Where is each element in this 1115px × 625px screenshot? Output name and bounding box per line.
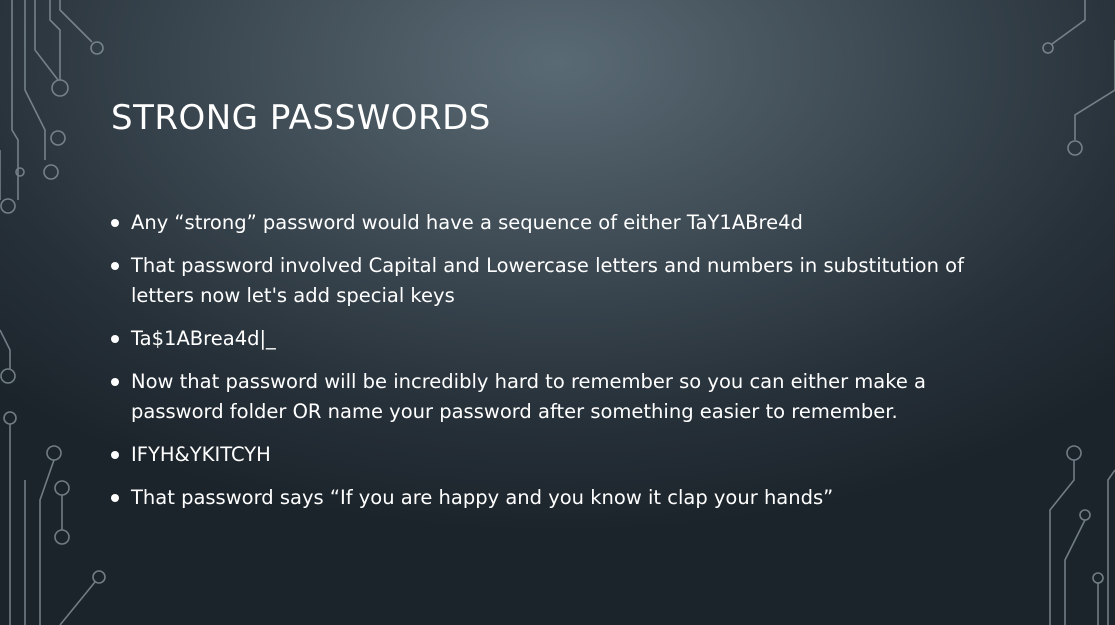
bullet-item: Now that password will be incredibly har…: [111, 367, 1011, 427]
bullet-text: IFYH&YKITCYH: [131, 443, 271, 466]
bullet-item: Any “strong” password would have a seque…: [111, 208, 1011, 238]
bullet-item: That password says “If you are happy and…: [111, 483, 1011, 513]
bullet-text: That password says “If you are happy and…: [131, 486, 834, 509]
bullet-text: Any “strong” password would have a seque…: [131, 211, 803, 234]
bullet-text: That password involved Capital and Lower…: [131, 254, 964, 307]
bullet-icon: [111, 335, 119, 343]
slide: { "slide": { "title": "STRONG PASSWORDS"…: [0, 0, 1115, 625]
bullet-item: Ta$1ABrea4d|_: [111, 324, 1011, 354]
bullet-text: Ta$1ABrea4d|_: [131, 327, 276, 350]
bullet-item: That password involved Capital and Lower…: [111, 251, 1011, 311]
circuit-decoration-right-icon: [1042, 0, 1115, 625]
bullet-icon: [111, 262, 119, 270]
bullet-list: Any “strong” password would have a seque…: [111, 208, 1011, 526]
bullet-icon: [111, 494, 119, 502]
bullet-icon: [111, 219, 119, 227]
bullet-item: IFYH&YKITCYH: [111, 440, 1011, 470]
circuit-decoration-left-icon: [0, 0, 106, 625]
bullet-icon: [111, 378, 119, 386]
slide-title: STRONG PASSWORDS: [111, 98, 491, 138]
bullet-text: Now that password will be incredibly har…: [131, 370, 926, 423]
bullet-icon: [111, 451, 119, 459]
